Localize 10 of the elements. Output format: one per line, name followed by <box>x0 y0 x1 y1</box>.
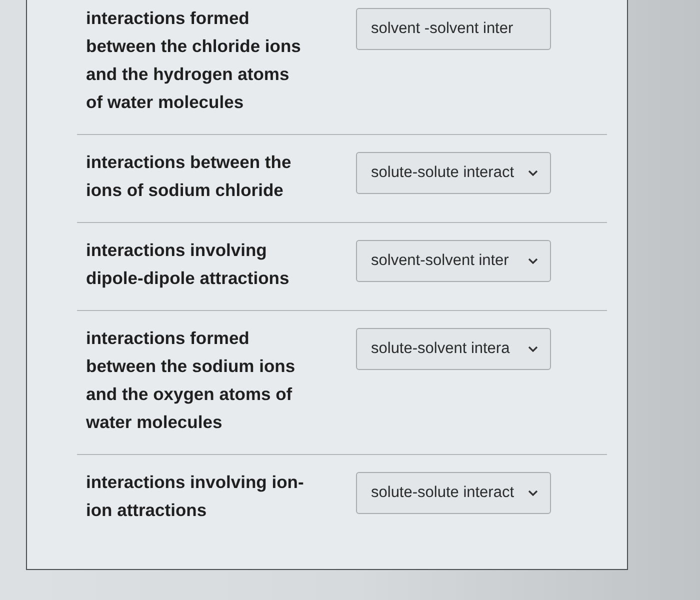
question-text: interactions involving dipole-dipole attractions <box>86 239 290 290</box>
question-text: interactions formed between the sodium ions and the oxygen atoms of water molecules <box>86 327 296 434</box>
answer-dropdown[interactable]: solute-solvent intera <box>356 328 551 370</box>
answer-dropdown[interactable]: solvent-solvent inter <box>356 240 551 282</box>
question-text: interactions involving ion- ion attractions <box>86 471 304 522</box>
answer-dropdown[interactable]: solvent -solvent inter <box>356 8 551 50</box>
question-text: interactions between the ions of sodium chloride <box>86 151 292 202</box>
question-text: interactions formed between the chloride ions and the hydrogen atoms of water molecules <box>86 7 301 114</box>
answer-dropdown[interactable]: solute-solute interact <box>356 152 551 194</box>
answer-dropdown[interactable]: solute-solute interact <box>356 472 551 514</box>
